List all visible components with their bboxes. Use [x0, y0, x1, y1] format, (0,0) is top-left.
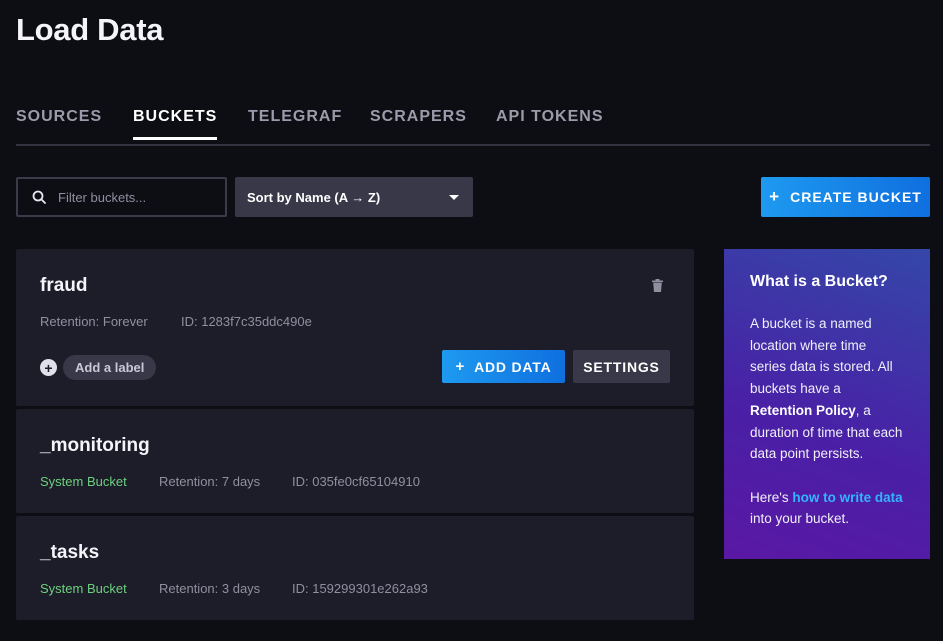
search-icon [32, 190, 46, 204]
sort-dropdown[interactable]: Sort by Name (A → Z) [235, 177, 473, 217]
tab-buckets[interactable]: BUCKETS [133, 108, 218, 140]
sort-dropdown-label: Sort by Name (A → Z) [247, 189, 381, 205]
filter-buckets-input[interactable] [56, 188, 210, 206]
trash-icon[interactable] [652, 279, 663, 292]
system-bucket-badge: System Bucket [40, 581, 127, 596]
page-title: Load Data [16, 12, 164, 47]
bucket-retention: Retention: 3 days [159, 581, 261, 596]
bucket-id: ID: 035fe0cf65104910 [292, 474, 420, 489]
bucket-id: ID: 159299301e262a93 [292, 581, 428, 596]
bucket-card-fraud: fraud Retention: Forever ID: 1283f7c35dd… [16, 249, 694, 406]
tab-scrapers[interactable]: SCRAPERS [370, 108, 467, 137]
bucket-card-tasks: _tasks System Bucket Retention: 3 days I… [16, 516, 694, 620]
bucket-name[interactable]: fraud [40, 275, 88, 297]
tab-bar: SOURCES BUCKETS TELEGRAF SCRAPERS API TO… [16, 100, 930, 146]
tab-sources[interactable]: SOURCES [16, 108, 102, 137]
plus-circle-icon[interactable]: + [40, 359, 57, 376]
system-bucket-badge: System Bucket [40, 474, 127, 489]
add-label-control[interactable]: + Add a label [40, 355, 157, 380]
create-bucket-button[interactable]: + CREATE BUCKET [761, 177, 930, 217]
bucket-info-panel: What is a Bucket? A bucket is a named lo… [724, 249, 930, 559]
bucket-name[interactable]: _monitoring [40, 435, 150, 457]
bucket-retention: Retention: 7 days [159, 474, 261, 489]
info-panel-title: What is a Bucket? [750, 273, 888, 290]
add-label-button[interactable]: Add a label [63, 355, 157, 380]
add-data-button[interactable]: + ADD DATA [442, 350, 565, 383]
tab-api-tokens[interactable]: API TOKENS [496, 108, 604, 137]
info-panel-paragraph-2: Here's how to write data into your bucke… [750, 489, 903, 527]
tab-telegraf[interactable]: TELEGRAF [248, 108, 342, 137]
add-data-label: ADD DATA [474, 358, 552, 375]
bucket-id: ID: 1283f7c35ddc490e [181, 314, 312, 329]
filter-buckets-field[interactable] [16, 177, 227, 217]
settings-button[interactable]: SETTINGS [573, 350, 670, 383]
info-panel-paragraph: A bucket is a named location where time … [750, 316, 903, 462]
plus-icon: + [769, 187, 781, 206]
caret-down-icon [449, 194, 459, 200]
plus-icon: + [455, 358, 466, 375]
bucket-retention: Retention: Forever [40, 314, 148, 329]
how-to-write-data-link[interactable]: how to write data [792, 490, 902, 505]
bucket-name[interactable]: _tasks [40, 542, 99, 564]
create-bucket-label: CREATE BUCKET [790, 189, 922, 205]
bucket-card-monitoring: _monitoring System Bucket Retention: 7 d… [16, 409, 694, 513]
